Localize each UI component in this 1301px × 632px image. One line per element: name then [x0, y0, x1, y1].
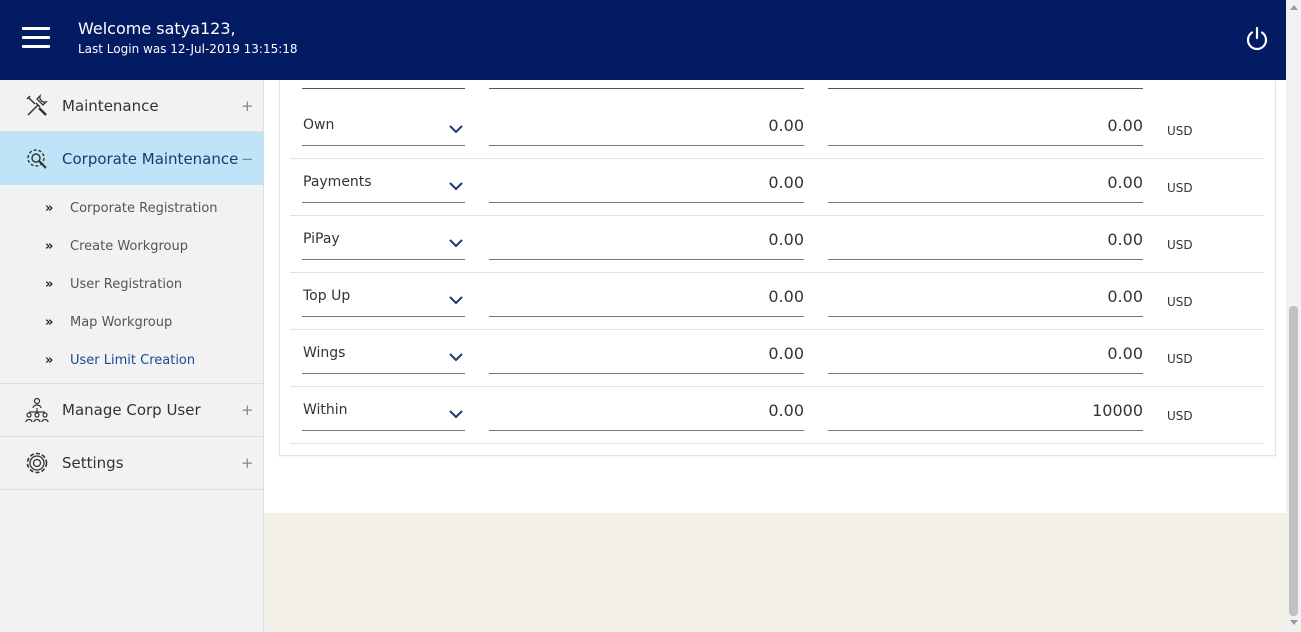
sidebar-item-label: Maintenance: [62, 96, 159, 115]
transaction-type-select[interactable]: Payments: [302, 172, 465, 203]
transaction-type-value: Wings: [303, 345, 346, 361]
min-limit-value: 0.00: [768, 401, 804, 420]
expand-icon[interactable]: +: [241, 97, 254, 115]
transaction-type-value: Own: [303, 117, 335, 133]
double-chevron-right-icon: »: [45, 276, 54, 292]
limit-row: Own 0.00 0.00 USD: [290, 102, 1264, 159]
transaction-type-select[interactable]: PiPay: [302, 229, 465, 260]
collapse-icon[interactable]: −: [241, 150, 254, 168]
submenu-item-create-workgroup[interactable]: » Create Workgroup: [0, 227, 263, 265]
sidebar-item-settings[interactable]: Settings +: [0, 437, 263, 490]
submenu-item-label: Corporate Registration: [70, 200, 218, 216]
submenu-item-label: Map Workgroup: [70, 314, 173, 330]
double-chevron-right-icon: »: [45, 314, 54, 330]
transaction-type-value: Within: [303, 402, 348, 418]
scroll-up-arrow-icon[interactable]: [1290, 5, 1298, 10]
double-chevron-right-icon: »: [45, 238, 54, 254]
page-scrollbar[interactable]: [1286, 0, 1301, 632]
expand-icon[interactable]: +: [241, 454, 254, 472]
max-limit-value: 10000: [1092, 401, 1143, 420]
chevron-down-icon: [449, 296, 463, 305]
max-limit-value: 0.00: [1107, 287, 1143, 306]
currency-label: USD: [1167, 124, 1193, 138]
limit-row: Wings 0.00 0.00 USD: [290, 330, 1264, 387]
sidebar-item-manage-corp-user[interactable]: Manage Corp User +: [0, 384, 263, 437]
gear-icon: [26, 452, 48, 474]
submenu-item-label: User Limit Creation: [70, 352, 196, 368]
hamburger-menu-icon[interactable]: [22, 27, 50, 51]
min-limit-value: 0.00: [768, 287, 804, 306]
chevron-down-icon: [449, 353, 463, 362]
sidebar-item-maintenance[interactable]: Maintenance +: [0, 80, 263, 132]
min-limit-value: 0.00: [768, 344, 804, 363]
scrolled-row-underline: [489, 88, 804, 89]
min-limit-input[interactable]: 0.00: [489, 115, 804, 146]
currency-label: USD: [1167, 352, 1193, 366]
min-limit-input[interactable]: 0.00: [489, 229, 804, 260]
submenu-item-user-registration[interactable]: » User Registration: [0, 265, 263, 303]
max-limit-value: 0.00: [1107, 173, 1143, 192]
power-icon[interactable]: [1243, 25, 1271, 53]
max-limit-value: 0.00: [1107, 344, 1143, 363]
min-limit-value: 0.00: [768, 173, 804, 192]
chevron-down-icon: [449, 410, 463, 419]
last-login-text: Last Login was 12-Jul-2019 13:15:18: [78, 42, 298, 56]
double-chevron-right-icon: »: [45, 200, 54, 216]
transaction-type-select[interactable]: Own: [302, 115, 465, 146]
transaction-type-select[interactable]: Top Up: [302, 286, 465, 317]
limit-row: PiPay 0.00 0.00 USD: [290, 216, 1264, 273]
sidebar: Maintenance + Corporate Maintenance − » …: [0, 80, 264, 632]
transaction-type-value: Top Up: [303, 288, 351, 304]
currency-label: USD: [1167, 409, 1193, 423]
scrolled-row-underline: [828, 88, 1143, 89]
transaction-type-select[interactable]: Within: [302, 400, 465, 431]
max-limit-value: 0.00: [1107, 230, 1143, 249]
transaction-type-value: Payments: [303, 174, 372, 190]
min-limit-value: 0.00: [768, 230, 804, 249]
currency-label: USD: [1167, 181, 1193, 195]
scrollbar-thumb[interactable]: [1289, 306, 1298, 616]
currency-label: USD: [1167, 295, 1193, 309]
transaction-type-value: PiPay: [303, 231, 340, 247]
org-chart-icon: [25, 397, 49, 423]
min-limit-input[interactable]: 0.00: [489, 400, 804, 431]
submenu-item-label: Create Workgroup: [70, 238, 189, 254]
sidebar-item-label: Settings: [62, 454, 124, 472]
submenu-item-label: User Registration: [70, 276, 183, 292]
min-limit-input[interactable]: 0.00: [489, 343, 804, 374]
submenu-item-corporate-registration[interactable]: » Corporate Registration: [0, 189, 263, 227]
max-limit-input[interactable]: 0.00: [828, 343, 1143, 374]
transaction-type-select[interactable]: Wings: [302, 343, 465, 374]
limit-row: Top Up 0.00 0.00 USD: [290, 273, 1264, 330]
sidebar-item-label: Manage Corp User: [62, 401, 201, 419]
double-chevron-right-icon: »: [45, 352, 54, 368]
gear-search-icon: [27, 148, 47, 169]
max-limit-input[interactable]: 0.00: [828, 229, 1143, 260]
top-bar: Welcome satya123, Last Login was 12-Jul-…: [0, 0, 1286, 80]
submenu-item-user-limit-creation[interactable]: » User Limit Creation: [0, 341, 263, 379]
chevron-down-icon: [449, 239, 463, 248]
limit-row: Within 0.00 10000 USD: [290, 387, 1264, 444]
sidebar-item-label: Corporate Maintenance: [62, 149, 239, 168]
tools-icon: [26, 93, 49, 116]
max-limit-input[interactable]: 0.00: [828, 172, 1143, 203]
scroll-down-arrow-icon[interactable]: [1290, 620, 1298, 625]
expand-icon[interactable]: +: [241, 401, 254, 419]
submenu-item-map-workgroup[interactable]: » Map Workgroup: [0, 303, 263, 341]
min-limit-input[interactable]: 0.00: [489, 172, 804, 203]
max-limit-input[interactable]: 0.00: [828, 115, 1143, 146]
max-limit-value: 0.00: [1107, 116, 1143, 135]
limit-row: Payments 0.00 0.00 USD: [290, 159, 1264, 216]
min-limit-value: 0.00: [768, 116, 804, 135]
corporate-maintenance-submenu: » Corporate Registration » Create Workgr…: [0, 185, 263, 384]
currency-label: USD: [1167, 238, 1193, 252]
scrolled-row-underline: [302, 88, 465, 89]
welcome-text: Welcome satya123,: [78, 19, 236, 38]
chevron-down-icon: [449, 125, 463, 134]
chevron-down-icon: [449, 182, 463, 191]
max-limit-input[interactable]: 0.00: [828, 286, 1143, 317]
min-limit-input[interactable]: 0.00: [489, 286, 804, 317]
sidebar-item-corporate-maintenance[interactable]: Corporate Maintenance −: [0, 132, 263, 185]
max-limit-input[interactable]: 10000: [828, 400, 1143, 431]
